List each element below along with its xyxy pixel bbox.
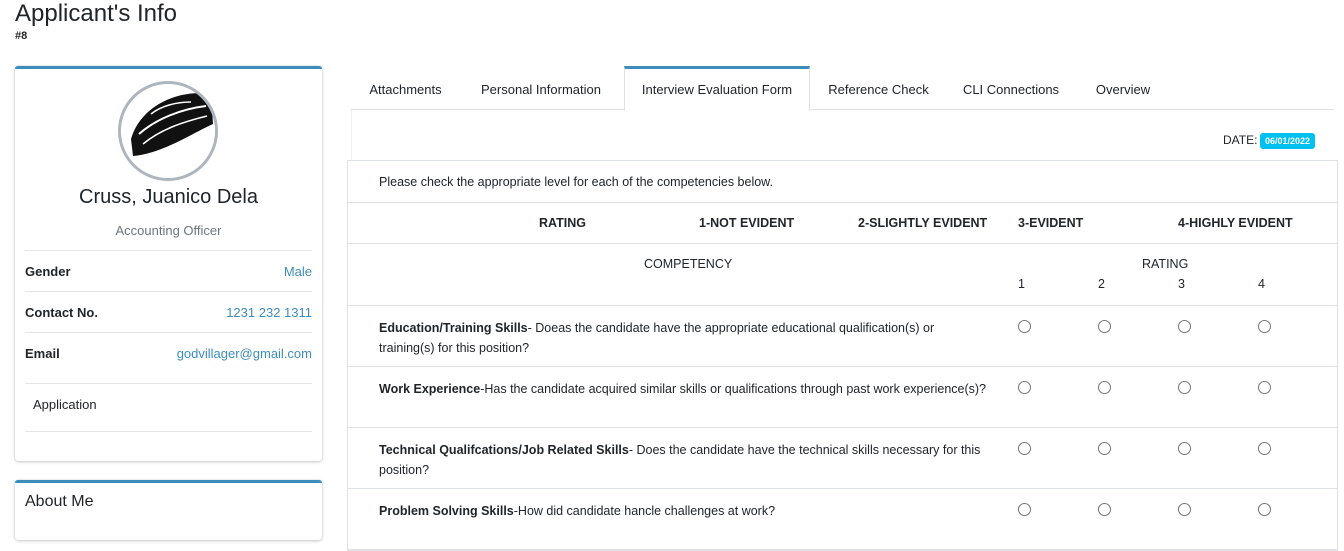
rating-col-2: 2 [1098,277,1105,291]
question-row: Education/Training Skills- Doeas the can… [348,306,1337,367]
tab-attachments[interactable]: Attachments [351,66,460,110]
rating-radio-3[interactable] [1178,442,1191,455]
scale-rating: RATING [539,216,586,230]
question-body: -Has the candidate acquired similar skil… [480,382,986,396]
question-text: Problem Solving Skills-How did candidate… [379,501,989,521]
rating-radio-1[interactable] [1018,381,1031,394]
contact-value[interactable]: 1231 232 1311 [226,305,312,320]
instructions-text: Please check the appropriate level for e… [379,175,773,189]
date-badge: 06/01/2022 [1260,133,1316,149]
question-title: Education/Training Skills [379,321,528,335]
scale-level-4: 4-HIGHLY EVIDENT [1178,216,1293,230]
question-title: Work Experience [379,382,481,396]
question-text: Technical Qualifcations/Job Related Skil… [379,440,989,480]
applicant-id: #8 [15,30,28,42]
question-row: Work Experience-Has the candidate acquir… [348,367,1337,428]
question-text: Education/Training Skills- Doeas the can… [379,318,989,358]
question-title: Problem Solving Skills [379,504,514,518]
question-row: Problem Solving Skills-How did candidate… [348,489,1337,550]
profile-name: Cruss, Juanico Dela [79,186,258,208]
gender-row: Gender Male [25,250,312,291]
rating-radio-3[interactable] [1178,381,1191,394]
instructions-row: Please check the appropriate level for e… [348,161,1337,203]
rating-radio-4[interactable] [1258,442,1271,455]
rating-radio-3[interactable] [1178,320,1191,333]
rating-radio-2[interactable] [1098,503,1111,516]
scale-level-1: 1-NOT EVIDENT [699,216,795,230]
application-label: Application [33,397,97,412]
email-value[interactable]: godvillager@gmail.com [177,346,312,361]
avatar [118,81,218,181]
email-row: Email godvillager@gmail.com [25,332,312,373]
rating-radio-1[interactable] [1018,503,1031,516]
question-title: Technical Qualifcations/Job Related Skil… [379,443,629,457]
scale-level-2: 2-SLIGHTLY EVIDENT [858,216,988,230]
rating-radio-2[interactable] [1098,320,1111,333]
tab-interview-evaluation-form[interactable]: Interview Evaluation Form [624,66,810,111]
tab-bar: Attachments Personal Information Intervi… [351,66,1334,111]
rating-header: RATING [1142,257,1189,271]
rating-radio-4[interactable] [1258,320,1271,333]
evaluation-table: Please check the appropriate level for e… [347,160,1338,551]
scale-row: RATING 1-NOT EVIDENT 2-SLIGHTLY EVIDENT … [348,203,1337,244]
competency-header: COMPETENCY [644,257,733,271]
profile-position: Accounting Officer [115,223,222,238]
page-title: Applicant's Info [15,0,178,27]
column-header-row: COMPETENCY RATING 1 2 3 4 [348,244,1337,306]
tab-personal-information[interactable]: Personal Information [460,66,622,110]
gender-value[interactable]: Male [284,264,312,279]
rating-radio-3[interactable] [1178,503,1191,516]
contact-label: Contact No. [25,305,98,320]
rating-radio-4[interactable] [1258,503,1271,516]
rating-col-4: 4 [1258,277,1265,291]
question-body: -How did candidate hancle challenges at … [513,504,776,518]
about-card: About Me [15,480,322,540]
profile-card: Cruss, Juanico Dela Accounting Officer G… [15,66,322,461]
tab-cli-connections[interactable]: CLI Connections [947,66,1075,110]
about-title: About Me [25,493,94,510]
contact-row: Contact No. 1231 232 1311 [25,291,312,332]
rating-radio-2[interactable] [1098,442,1111,455]
rating-radio-4[interactable] [1258,381,1271,394]
rating-radio-2[interactable] [1098,381,1111,394]
gender-label: Gender [25,264,71,279]
rating-col-1: 1 [1018,277,1025,291]
tab-pane-edge [351,110,1334,160]
rating-radio-1[interactable] [1018,442,1031,455]
scale-level-3: 3-EVIDENT [1018,216,1084,230]
rating-radio-1[interactable] [1018,320,1031,333]
date-label: DATE: [1223,133,1258,147]
question-row: Technical Qualifcations/Job Related Skil… [348,428,1337,489]
email-label: Email [25,346,60,361]
tab-overview[interactable]: Overview [1075,66,1171,110]
question-text: Work Experience-Has the candidate acquir… [379,379,989,399]
tab-reference-check[interactable]: Reference Check [810,66,947,110]
rating-col-3: 3 [1178,277,1185,291]
application-row[interactable]: Application [25,383,312,432]
